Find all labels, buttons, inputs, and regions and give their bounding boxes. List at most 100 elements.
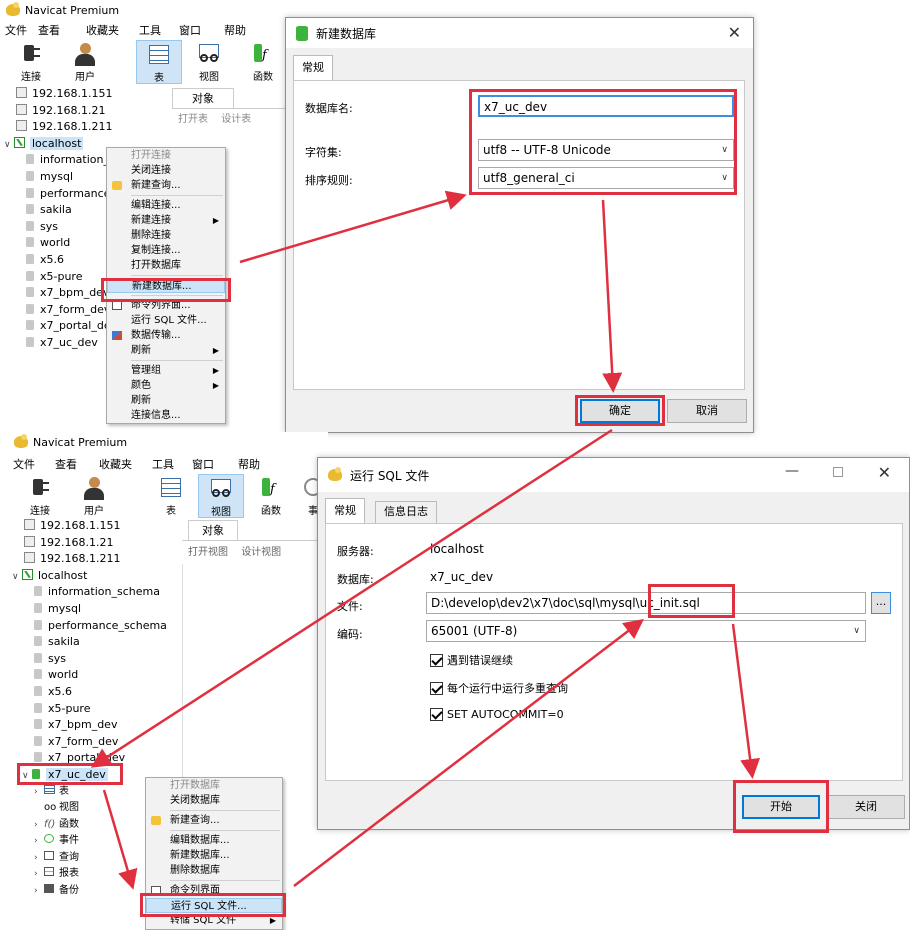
menu-item-copy-connection[interactable]: 复制连接... — [107, 243, 225, 258]
tree-connection-item[interactable]: 192.168.1.151 — [4, 86, 169, 103]
menu-item-color[interactable]: 颜色 ▶ — [107, 378, 225, 393]
connect-button[interactable]: 连接 — [17, 474, 63, 518]
menu-item-data-transfer[interactable]: 数据传输... — [107, 328, 225, 343]
menu-tools[interactable]: 工具 — [139, 20, 179, 38]
menu-item-connection-info[interactable]: 连接信息... — [107, 408, 225, 423]
tree-connection-item[interactable]: 192.168.1.21 — [12, 535, 182, 552]
browse-button[interactable]: ... — [871, 592, 891, 614]
close-icon[interactable]: ✕ — [878, 463, 891, 482]
chevron-right-icon[interactable]: › — [34, 817, 44, 834]
menu-item-new-database[interactable]: 新建数据库... — [107, 278, 225, 293]
tree-database-item[interactable]: sakila — [12, 634, 182, 651]
menu-item-close-connection[interactable]: 关闭连接 — [107, 163, 225, 178]
chevron-down-icon[interactable]: ∨ — [12, 569, 22, 586]
chevron-right-icon[interactable]: › — [34, 866, 44, 883]
menu-item-refresh[interactable]: 刷新 — [107, 393, 225, 408]
open-table-button[interactable]: 打开表 — [178, 114, 208, 125]
tree-database-item[interactable]: x5-pure — [12, 701, 182, 718]
continue-on-error-checkbox[interactable]: 遇到错误继续 — [430, 652, 513, 668]
tree-connection-item[interactable]: 192.168.1.211 — [12, 551, 182, 568]
menu-item-edit-database[interactable]: 编辑数据库... — [146, 833, 282, 848]
start-button[interactable]: 开始 — [742, 795, 820, 819]
tab-general[interactable]: 常规 — [293, 55, 333, 80]
tree-database-item[interactable]: x7_form_dev — [12, 734, 182, 751]
menu-help[interactable]: 帮助 — [224, 20, 246, 38]
menu-favorites[interactable]: 收藏夹 — [86, 20, 139, 38]
menu-item-refresh-sub[interactable]: 刷新 ▶ — [107, 343, 225, 358]
chevron-right-icon[interactable]: › — [34, 833, 44, 850]
menu-help[interactable]: 帮助 — [238, 454, 260, 472]
menu-item-run-sql-file[interactable]: 运行 SQL 文件... — [146, 898, 282, 913]
tree-database-item[interactable]: x7_portal_dev — [12, 750, 182, 767]
menu-item-run-sql-file[interactable]: 运行 SQL 文件... — [107, 313, 225, 328]
object-tab[interactable]: 对象 — [172, 88, 234, 108]
object-tab[interactable]: 对象 — [188, 520, 238, 540]
table-button[interactable]: 表 — [148, 474, 194, 518]
tab-message-log[interactable]: 信息日志 — [375, 501, 437, 523]
ok-button[interactable]: 确定 — [580, 399, 660, 423]
chevron-down-icon[interactable]: ∨ — [22, 768, 32, 785]
collation-select[interactable]: utf8_general_ci ∨ — [478, 167, 734, 189]
menu-item-delete-database[interactable]: 删除数据库 — [146, 863, 282, 878]
menu-item-new-connection[interactable]: 新建连接 ▶ — [107, 213, 225, 228]
menu-item-close-database[interactable]: 关闭数据库 — [146, 793, 282, 808]
encoding-select[interactable]: 65001 (UTF-8) ∨ — [426, 620, 866, 642]
tree-database-item[interactable]: mysql — [12, 601, 182, 618]
view-button[interactable]: 视图 — [186, 40, 232, 84]
menu-tools[interactable]: 工具 — [152, 454, 192, 472]
menu-item-command-line[interactable]: 命令列界面... — [107, 298, 225, 313]
minimize-icon[interactable]: — — [785, 463, 799, 479]
menu-item-delete-connection[interactable]: 删除连接 — [107, 228, 225, 243]
menu-file[interactable]: 文件 — [5, 20, 38, 38]
menu-window[interactable]: 窗口 — [192, 454, 238, 472]
tree-database-item[interactable]: world — [12, 667, 182, 684]
chevron-right-icon[interactable]: › — [34, 784, 44, 801]
function-button[interactable]: f 函数 — [240, 40, 286, 84]
user-button[interactable]: 用户 — [71, 474, 117, 518]
chevron-down-icon[interactable]: ∨ — [4, 137, 14, 154]
menu-item-command-line[interactable]: 命令列界面 — [146, 883, 282, 898]
tree-database-item[interactable]: information_schema — [12, 584, 182, 601]
charset-select[interactable]: utf8 -- UTF-8 Unicode ∨ — [478, 139, 734, 161]
chevron-right-icon[interactable]: › — [34, 850, 44, 867]
tree-database-item[interactable]: x5.6 — [12, 684, 182, 701]
close-button[interactable]: 关闭 — [827, 795, 905, 819]
menu-item-manage-group[interactable]: 管理组 ▶ — [107, 363, 225, 378]
menu-favorites[interactable]: 收藏夹 — [99, 454, 152, 472]
connect-button[interactable]: 连接 — [8, 40, 54, 84]
maximize-icon[interactable] — [833, 467, 843, 477]
database-name-input[interactable]: x7_uc_dev — [478, 95, 734, 117]
open-view-button[interactable]: 打开视图 — [188, 547, 228, 558]
menu-file[interactable]: 文件 — [13, 454, 55, 472]
menu-window[interactable]: 窗口 — [179, 20, 224, 38]
multi-query-checkbox[interactable]: 每个运行中运行多重查询 — [430, 680, 568, 696]
menu-item-new-query[interactable]: 新建查询... — [146, 813, 282, 828]
tree-connection-item[interactable]: 192.168.1.211 — [4, 119, 169, 136]
design-view-button[interactable]: 设计视图 — [241, 547, 281, 558]
menu-item-new-query[interactable]: 新建查询... — [107, 178, 225, 193]
menu-item-open-database[interactable]: 打开数据库 — [107, 258, 225, 273]
cancel-button[interactable]: 取消 — [667, 399, 747, 423]
menu-item-open-database[interactable]: 打开数据库 — [146, 778, 282, 793]
menu-item-edit-connection[interactable]: 编辑连接... — [107, 198, 225, 213]
tree-database-item[interactable]: performance_schema — [12, 618, 182, 635]
tab-general[interactable]: 常规 — [325, 498, 365, 523]
design-table-button[interactable]: 设计表 — [221, 114, 251, 125]
menu-item-new-database[interactable]: 新建数据库... — [146, 848, 282, 863]
menu-item-open-connection[interactable]: 打开连接 — [107, 148, 225, 163]
chevron-right-icon[interactable]: › — [34, 883, 44, 900]
view-button[interactable]: 视图 — [198, 474, 244, 518]
function-button[interactable]: f 函数 — [248, 474, 294, 518]
menu-view[interactable]: 查看 — [38, 20, 86, 38]
table-button[interactable]: 表 — [136, 40, 182, 84]
tree-connection-item[interactable]: 192.168.1.21 — [4, 103, 169, 120]
tree-database-item[interactable]: x7_bpm_dev — [12, 717, 182, 734]
menu-item-dump-sql-file[interactable]: 转储 SQL 文件 ▶ — [146, 913, 282, 928]
tree-connection-item[interactable]: 192.168.1.151 — [12, 518, 182, 535]
file-path-input[interactable]: D:\develop\dev2\x7\doc\sql\mysql\uc_init… — [426, 592, 866, 614]
user-button[interactable]: 用户 — [62, 40, 108, 84]
autocommit-checkbox[interactable]: SET AUTOCOMMIT=0 — [430, 708, 564, 721]
close-icon[interactable]: ✕ — [728, 23, 741, 42]
menu-view[interactable]: 查看 — [55, 454, 99, 472]
tree-connection-localhost[interactable]: ∨ localhost — [12, 568, 182, 585]
